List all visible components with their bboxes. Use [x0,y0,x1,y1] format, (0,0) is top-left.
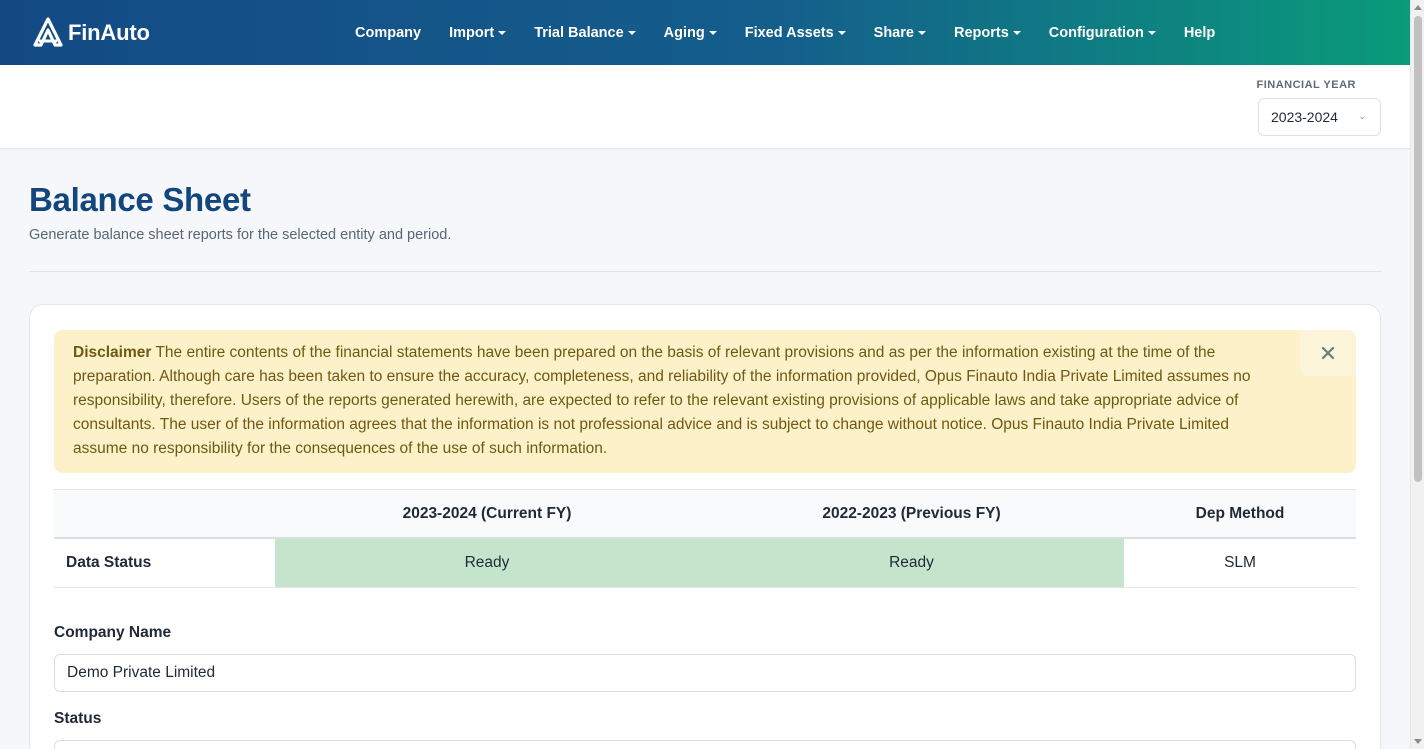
column-header-previous-fy: 2022-2023 (Previous FY) [822,504,1001,522]
report-card: Disclaimer The entire contents of the fi… [29,304,1381,749]
nav-aging[interactable]: Aging [650,25,731,41]
status-field[interactable] [54,740,1356,749]
nav-help[interactable]: Help [1170,25,1229,41]
disclaimer-alert: Disclaimer The entire contents of the fi… [54,330,1356,473]
nav-label: Help [1183,24,1216,41]
page-title: Balance Sheet [29,181,251,218]
table-row: Data Status Ready Ready SLM [54,539,1356,588]
disclaimer-heading: Disclaimer [73,344,152,361]
brand-logo[interactable]: FinAuto [32,17,150,49]
sub-header: FINANCIAL YEAR 2023-2024 ⌄ [0,65,1410,149]
financial-year-select[interactable]: 2023-2024 ⌄ [1258,98,1381,136]
brand-name: FinAuto [68,20,150,45]
page-subtitle: Generate balance sheet reports for the s… [29,227,452,243]
row-label-data-status: Data Status [66,554,152,571]
company-name-label: Company Name [54,624,172,641]
nav-trial-balance[interactable]: Trial Balance [520,25,649,41]
disclaimer-text: The entire contents of the financial sta… [73,344,1251,457]
previous-fy-status: Ready [699,539,1124,587]
nav-import[interactable]: Import [435,25,520,41]
nav-label: Configuration [1048,24,1144,41]
nav-company[interactable]: Company [341,25,435,41]
column-header-blank [54,490,275,537]
caret-down-icon [498,30,507,35]
nav-configuration[interactable]: Configuration [1035,25,1170,41]
caret-down-icon [708,30,717,35]
company-name-field[interactable]: Demo Private Limited [54,654,1356,692]
data-status-table: 2023-2024 (Current FY) 2022-2023 (Previo… [54,489,1356,588]
dep-method-value: SLM [1224,554,1256,571]
caret-down-icon [627,30,636,35]
caret-down-icon [1147,30,1156,35]
nav-label: Aging [663,24,705,41]
column-header-dep-method: Dep Method [1195,504,1285,522]
nav-label: Trial Balance [534,24,624,41]
caret-down-icon [1012,30,1021,35]
nav-label: Fixed Assets [744,24,834,41]
table-header-row: 2023-2024 (Current FY) 2022-2023 (Previo… [54,489,1356,539]
close-alert-button[interactable] [1300,330,1356,376]
scroll-up-icon[interactable] [1414,5,1422,10]
nav-label: Share [873,24,914,41]
chevron-down-icon: ⌄ [1358,111,1366,121]
nav-share[interactable]: Share [860,25,940,41]
nav-fixed-assets[interactable]: Fixed Assets [731,25,860,41]
caret-down-icon [917,30,926,35]
status-label: Status [54,710,102,727]
heading-divider [29,271,1381,272]
top-navbar: FinAuto Company Import Trial Balance Agi… [0,0,1410,65]
company-name-value: Demo Private Limited [67,664,216,681]
financial-year-label: FINANCIAL YEAR [1256,79,1356,91]
finauto-logo-icon [33,17,63,47]
scrollbar-thumb[interactable] [1414,16,1422,482]
nav-label: Reports [953,24,1009,41]
nav-reports[interactable]: Reports [940,25,1035,41]
nav-label: Company [355,24,422,41]
close-icon [1322,347,1334,359]
financial-year-value: 2023-2024 [1271,109,1338,125]
column-header-current-fy: 2023-2024 (Current FY) [402,504,572,522]
main-nav: Company Import Trial Balance Aging Fixed… [341,0,1229,65]
caret-down-icon [837,30,846,35]
scroll-down-icon[interactable] [1414,739,1422,744]
nav-label: Import [449,24,495,41]
current-fy-status: Ready [275,539,699,587]
page-scrollbar[interactable] [1410,0,1424,749]
